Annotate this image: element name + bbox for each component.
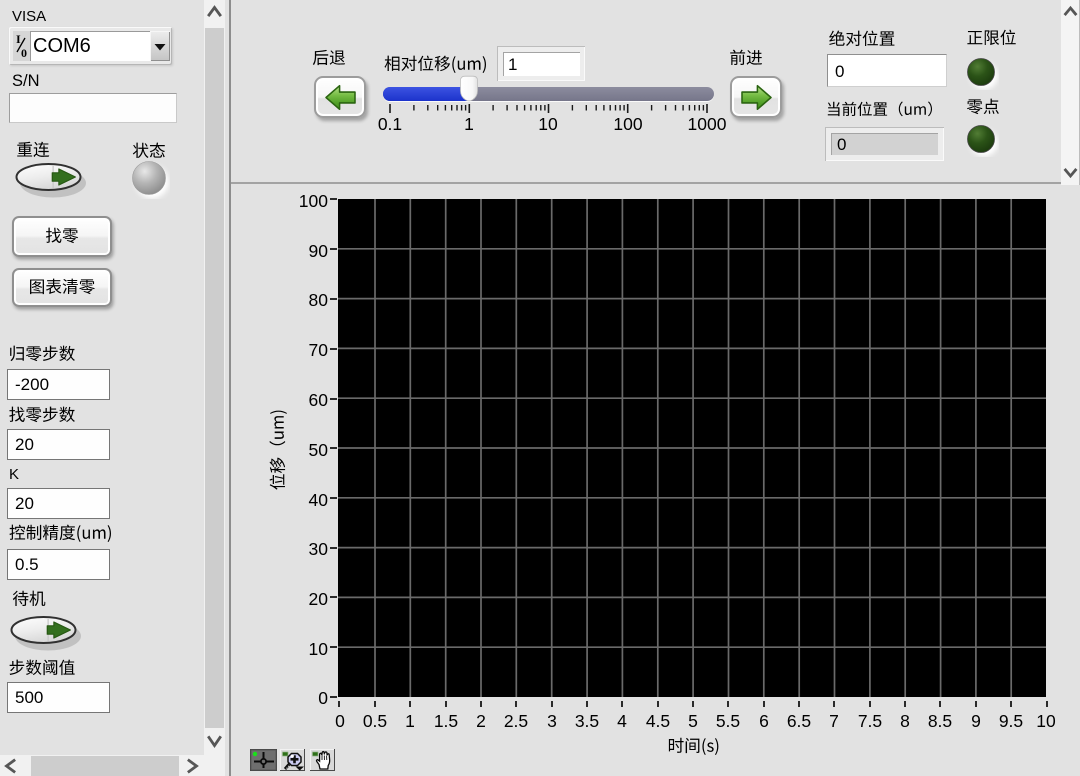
svg-text:0: 0 [21,46,27,60]
svg-text:I: I [16,32,21,46]
